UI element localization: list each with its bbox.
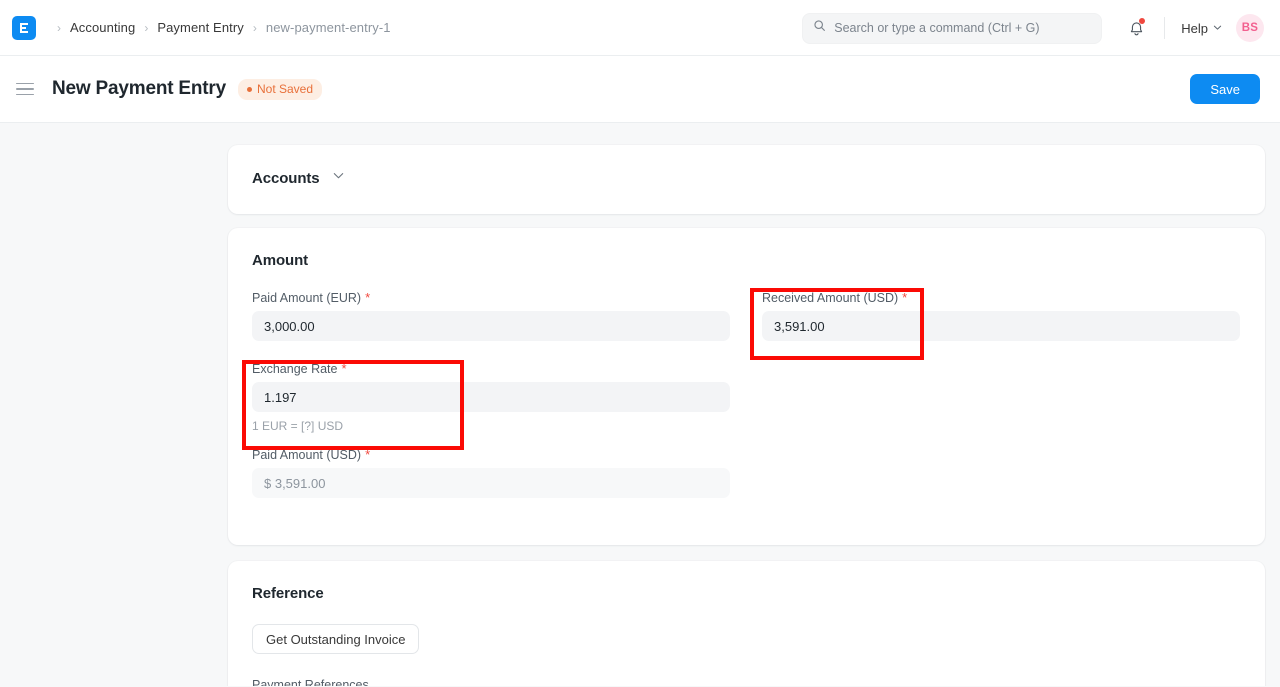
breadcrumb-item-accounting[interactable]: Accounting: [70, 20, 135, 35]
payment-references-label: Payment References: [252, 678, 1241, 686]
empty-grid-cell: [762, 448, 1240, 498]
breadcrumb-separator: ›: [144, 22, 148, 34]
chevron-down-icon: [1213, 19, 1222, 37]
reference-section-card: Reference Get Outstanding Invoice Paymen…: [228, 561, 1265, 686]
navbar-right-group: Search or type a command (Ctrl + G) Help…: [802, 0, 1264, 56]
exchange-rate-field: Exchange Rate * 1.197 1 EUR = [?] USD: [252, 362, 730, 433]
received-amount-usd-input[interactable]: 3,591.00: [762, 311, 1240, 341]
paid-amount-usd-input[interactable]: $ 3,591.00: [252, 468, 730, 498]
required-asterisk-icon: *: [902, 291, 907, 304]
required-asterisk-icon: *: [365, 291, 370, 304]
paid-amount-eur-label: Paid Amount (EUR) *: [252, 291, 730, 305]
breadcrumb-item-current: new-payment-entry-1: [266, 20, 391, 35]
page-header: New Payment Entry Not Saved Save: [0, 56, 1280, 123]
save-button[interactable]: Save: [1190, 74, 1260, 104]
breadcrumb-item-payment-entry[interactable]: Payment Entry: [157, 20, 244, 35]
page-body: Accounts Amount Paid Amount (EUR) * 3,00…: [0, 123, 1280, 686]
sidebar-toggle-icon[interactable]: [16, 83, 34, 96]
breadcrumb-separator: ›: [253, 22, 257, 34]
avatar[interactable]: BS: [1236, 14, 1264, 42]
breadcrumb: › Accounting › Payment Entry › new-payme…: [48, 20, 391, 35]
breadcrumb-separator: ›: [57, 22, 61, 34]
navbar-divider: [1164, 17, 1165, 39]
amount-section-card: Amount Paid Amount (EUR) * 3,000.00 Rece…: [228, 228, 1265, 545]
accounts-section-card: Accounts: [228, 145, 1265, 214]
notifications-button[interactable]: [1124, 16, 1148, 40]
exchange-rate-input[interactable]: 1.197: [252, 382, 730, 412]
status-dot-icon: [247, 87, 252, 92]
required-asterisk-icon: *: [365, 448, 370, 461]
paid-amount-eur-field: Paid Amount (EUR) * 3,000.00: [252, 291, 730, 341]
amount-section-title: Amount: [252, 252, 1241, 269]
top-navbar: › Accounting › Payment Entry › new-payme…: [0, 0, 1280, 56]
reference-section-title: Reference: [252, 585, 1241, 602]
received-amount-usd-field: Received Amount (USD) * 3,591.00: [762, 291, 1240, 341]
status-badge: Not Saved: [238, 79, 322, 100]
required-asterisk-icon: *: [341, 362, 346, 375]
app-logo-icon[interactable]: [12, 16, 36, 40]
status-badge-label: Not Saved: [257, 82, 313, 96]
search-placeholder: Search or type a command (Ctrl + G): [834, 21, 1039, 35]
get-outstanding-invoice-button[interactable]: Get Outstanding Invoice: [252, 624, 419, 654]
accounts-section-title: Accounts: [252, 170, 320, 187]
page-title: New Payment Entry: [52, 78, 226, 100]
paid-amount-eur-input[interactable]: 3,000.00: [252, 311, 730, 341]
exchange-rate-helper-text: 1 EUR = [?] USD: [252, 419, 730, 433]
received-amount-usd-label: Received Amount (USD) *: [762, 291, 1240, 305]
search-icon: [813, 19, 826, 37]
paid-amount-usd-field: Paid Amount (USD) * $ 3,591.00: [252, 448, 730, 498]
exchange-rate-label: Exchange Rate *: [252, 362, 730, 376]
help-menu[interactable]: Help: [1181, 19, 1222, 37]
paid-amount-usd-label: Paid Amount (USD) *: [252, 448, 730, 462]
search-input[interactable]: Search or type a command (Ctrl + G): [802, 13, 1102, 44]
empty-grid-cell: [762, 362, 1240, 433]
help-label: Help: [1181, 21, 1208, 36]
accounts-section-toggle[interactable]: Accounts: [228, 145, 1265, 187]
chevron-down-icon: [332, 169, 345, 187]
